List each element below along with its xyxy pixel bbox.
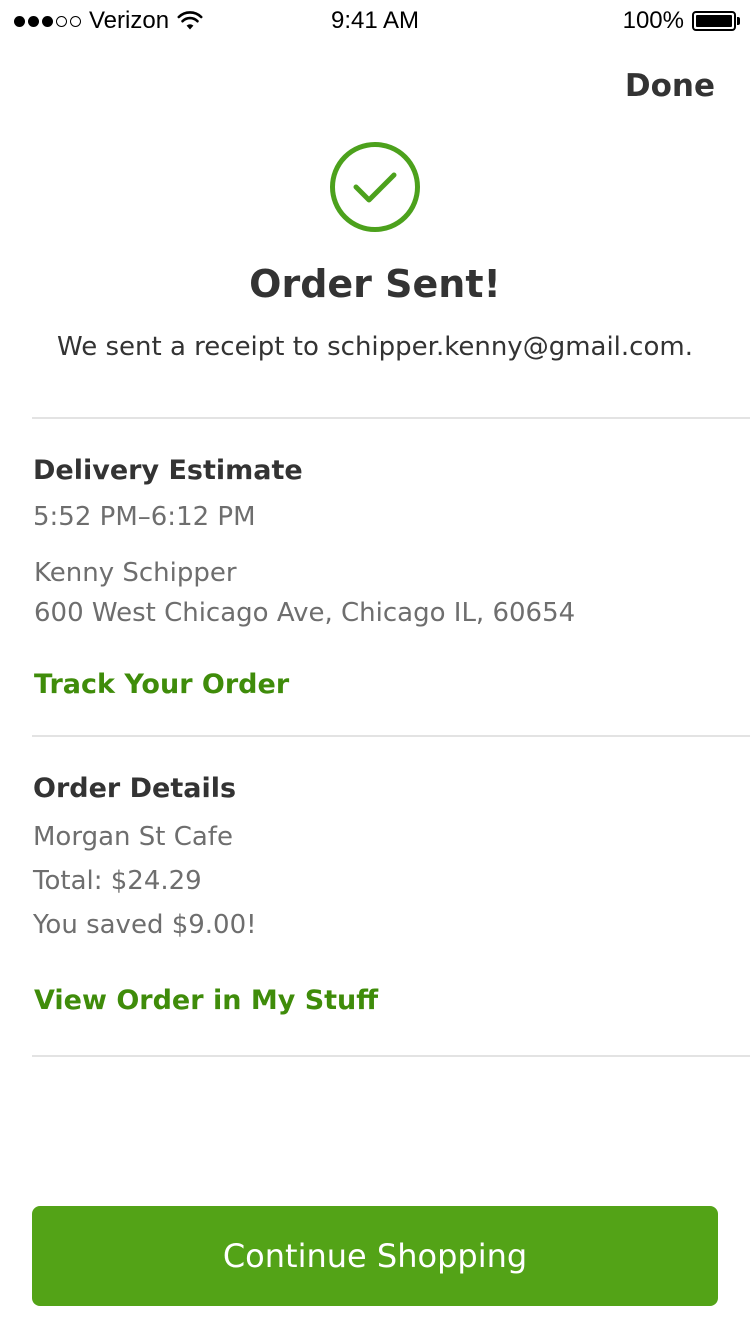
battery-fill <box>696 15 732 27</box>
view-order-link[interactable]: View Order in My Stuff <box>34 985 378 1016</box>
status-bar-right: 100% <box>622 7 740 35</box>
track-order-link[interactable]: Track Your Order <box>34 669 289 700</box>
order-details-heading: Order Details <box>33 773 237 804</box>
battery-icon <box>692 11 740 31</box>
battery-cap <box>737 17 740 25</box>
recipient-name: Kenny Schipper <box>34 558 237 588</box>
continue-shopping-button[interactable]: Continue Shopping <box>32 1206 718 1306</box>
battery-percent: 100% <box>622 7 684 34</box>
status-bar: Verizon 9:41 AM 100% <box>0 0 750 40</box>
divider <box>32 417 750 419</box>
order-savings: You saved $9.00! <box>33 910 257 940</box>
divider <box>32 735 750 737</box>
order-confirmation-screen: Verizon 9:41 AM 100% Done Order Sent! We… <box>0 0 750 1334</box>
receipt-message: We sent a receipt to schipper.kenny@gmai… <box>57 332 693 362</box>
page-title: Order Sent! <box>249 262 501 306</box>
delivery-address: 600 West Chicago Ave, Chicago IL, 60654 <box>34 598 576 628</box>
order-total: Total: $24.29 <box>33 866 202 896</box>
delivery-estimate-heading: Delivery Estimate <box>33 455 303 486</box>
check-circle-icon <box>330 142 420 232</box>
store-name: Morgan St Cafe <box>33 822 233 852</box>
done-button[interactable]: Done <box>625 68 715 104</box>
divider <box>32 1055 750 1057</box>
delivery-time-window: 5:52 PM–6:12 PM <box>33 502 256 532</box>
